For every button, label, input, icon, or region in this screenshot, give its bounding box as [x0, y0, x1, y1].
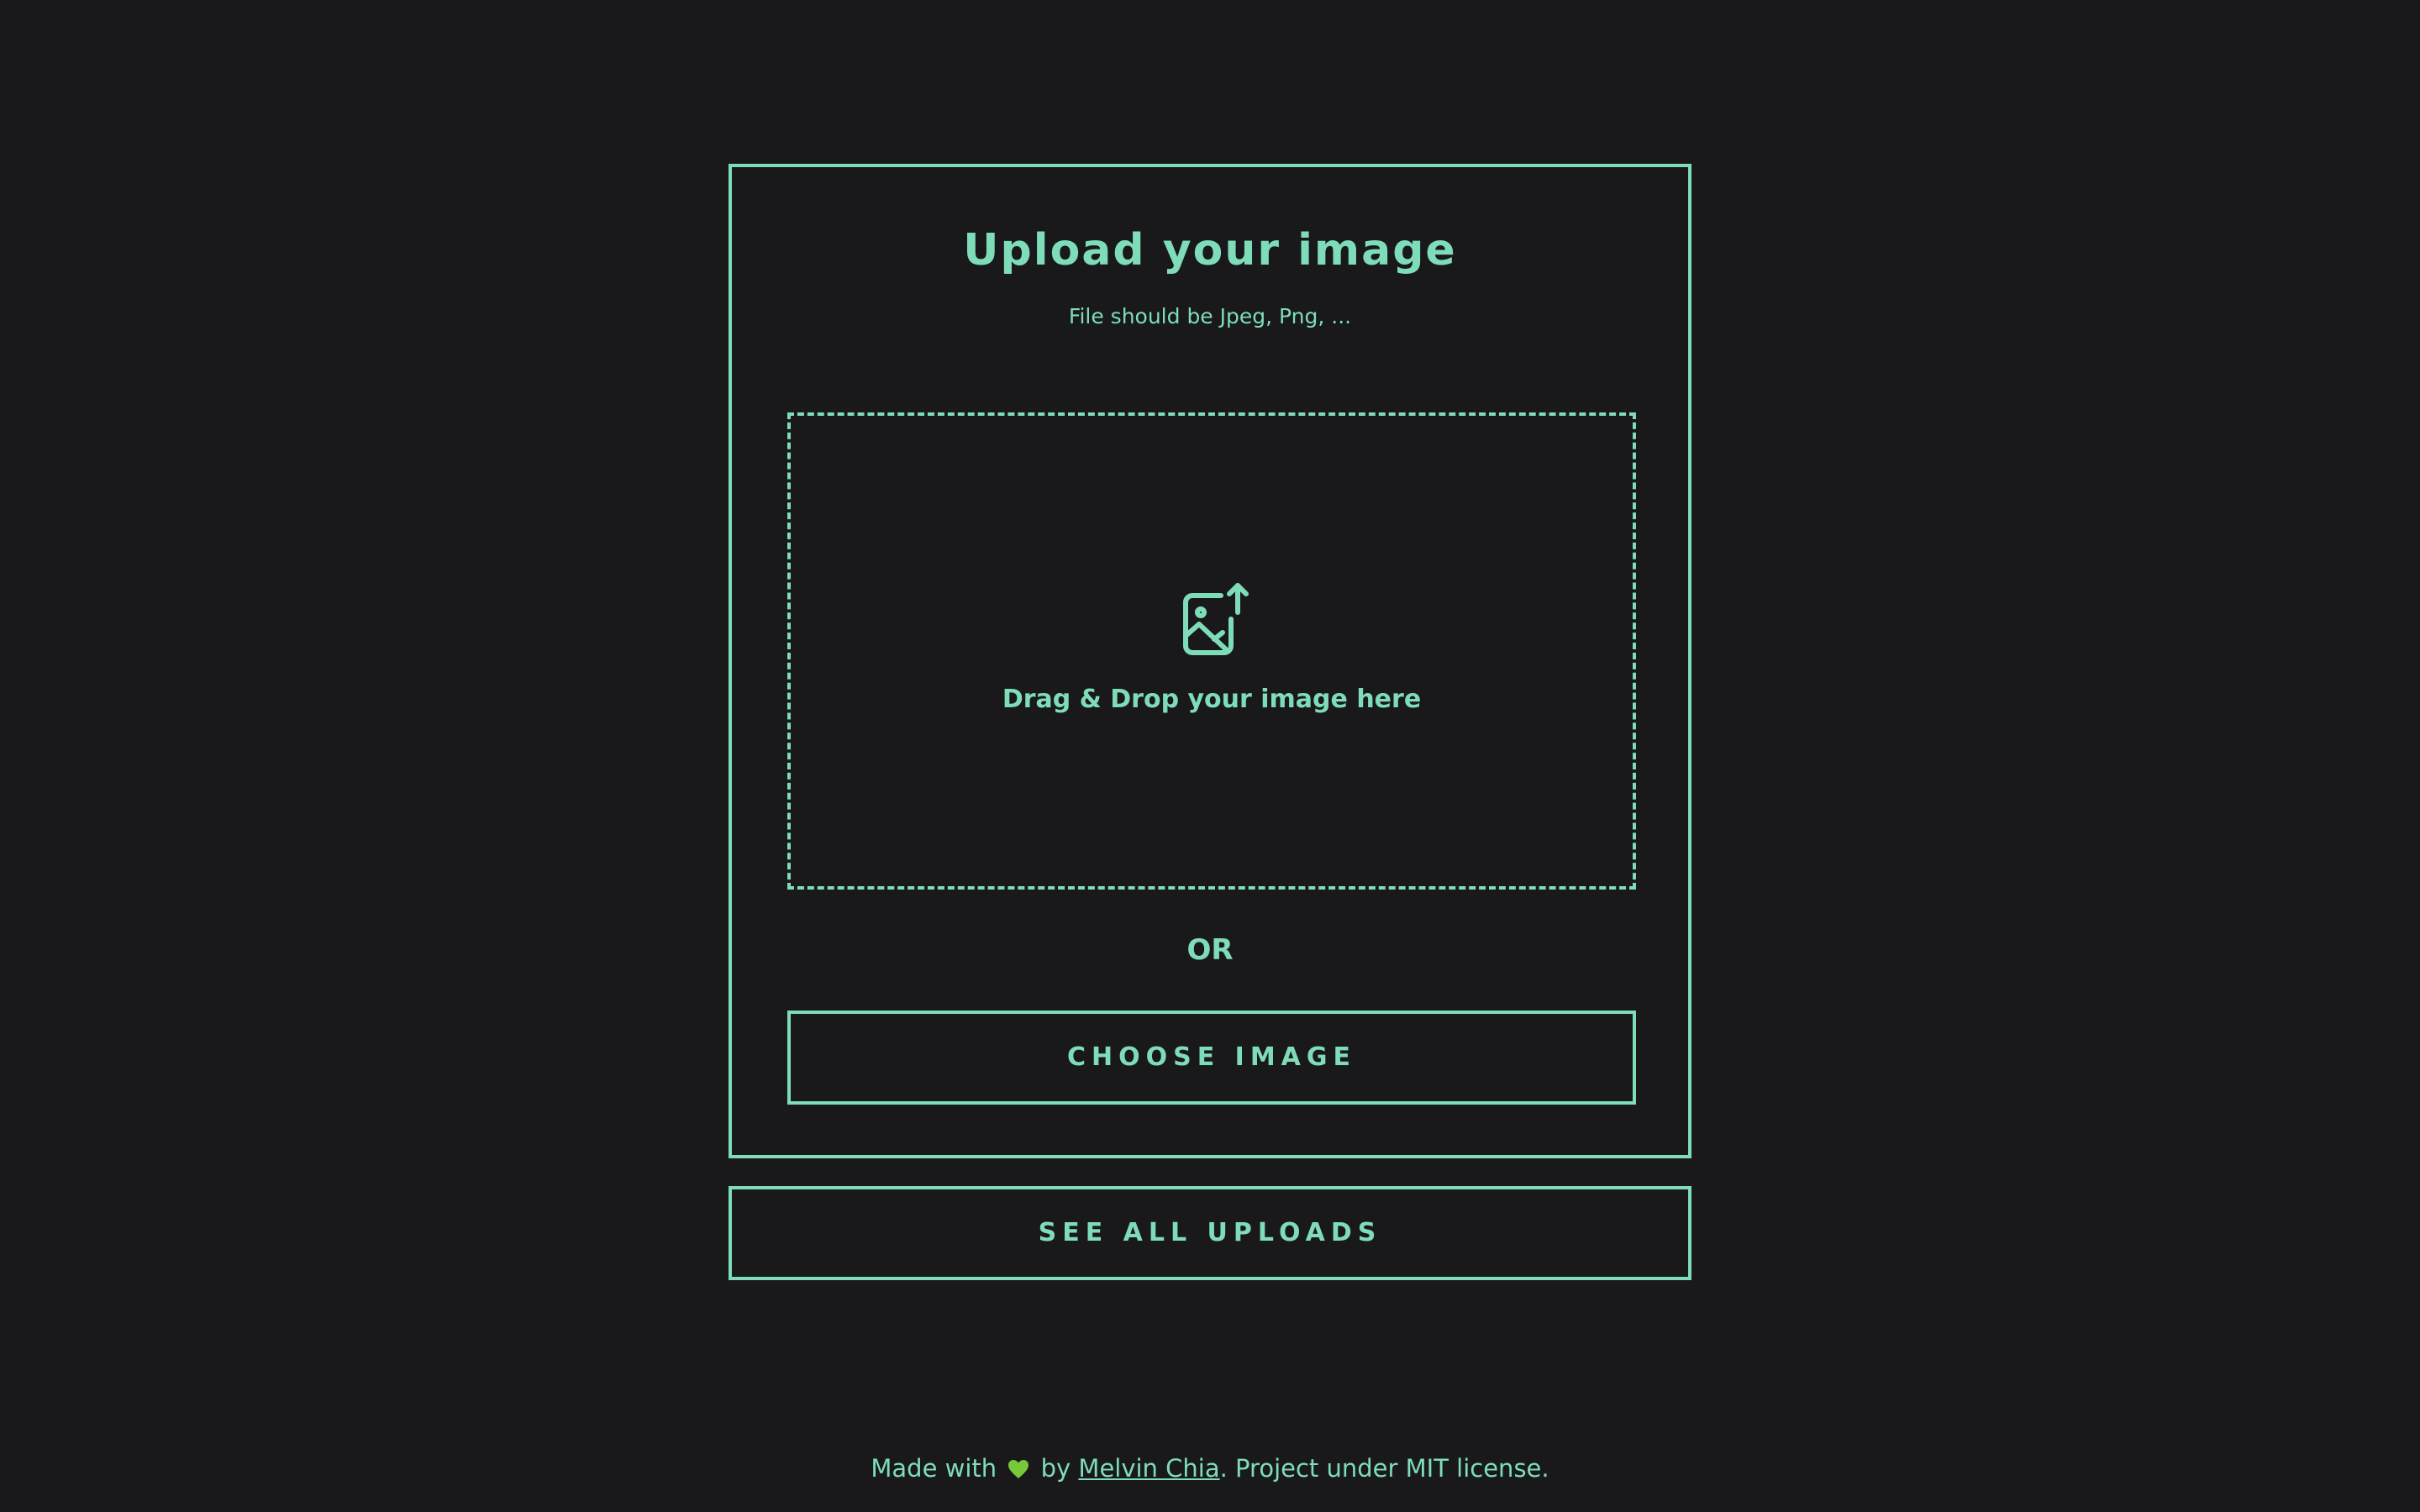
upload-card: Upload your image File should be Jpeg, P…: [729, 164, 1691, 1158]
drop-zone[interactable]: Drag & Drop your image here: [787, 412, 1636, 890]
footer-suffix: . Project under MIT license.: [1219, 1454, 1549, 1483]
choose-image-button[interactable]: CHOOSE IMAGE: [787, 1011, 1636, 1105]
see-all-uploads-button[interactable]: SEE ALL UPLOADS: [729, 1186, 1691, 1280]
page-title: Upload your image: [963, 225, 1457, 276]
or-separator: OR: [1186, 933, 1234, 967]
footer-prefix: Made with: [871, 1454, 997, 1483]
image-upload-icon: [1183, 583, 1249, 655]
footer: Made with by Melvin Chia. Project under …: [0, 1450, 2420, 1487]
footer-by: by: [1040, 1454, 1071, 1483]
green-heart-icon: [1008, 1460, 1029, 1478]
file-type-hint: File should be Jpeg, Png, ...: [1068, 304, 1352, 328]
drop-zone-label: Drag & Drop your image here: [1002, 685, 1422, 714]
author-link[interactable]: Melvin Chia: [1078, 1454, 1219, 1483]
